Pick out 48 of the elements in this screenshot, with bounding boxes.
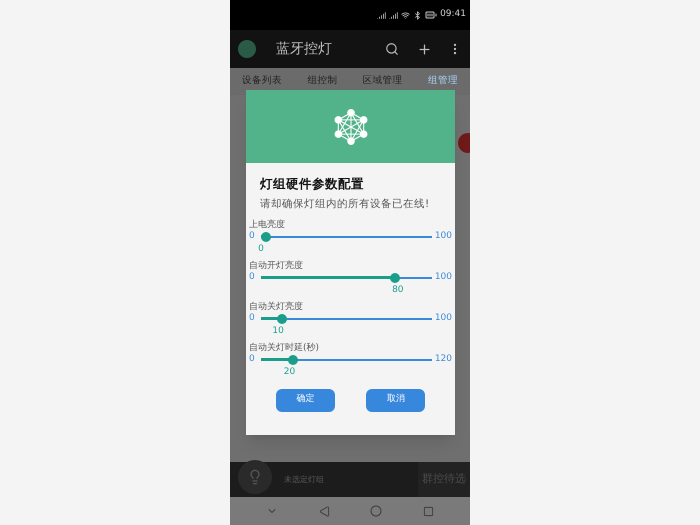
slider-value: 20: [284, 366, 296, 378]
app-title: 蓝牙控灯: [276, 40, 333, 58]
status-time: 09:41: [440, 8, 466, 22]
home-icon[interactable]: [370, 505, 382, 517]
slider-max: 100: [434, 230, 452, 243]
search-icon[interactable]: [385, 42, 399, 56]
recents-icon[interactable]: [422, 506, 434, 516]
tab[interactable]: 组管理: [428, 74, 458, 89]
dialog-title: 灯组硬件参数配置: [260, 175, 365, 193]
slider-min: 0: [249, 312, 256, 325]
tab[interactable]: 设备列表: [242, 74, 282, 89]
slider-max: 100: [434, 270, 452, 284]
slider-thumb[interactable]: [261, 232, 271, 242]
tab[interactable]: 区域管理: [362, 74, 403, 89]
slider-value: 0: [258, 242, 264, 254]
dialog-button[interactable]: 取消: [366, 388, 426, 412]
slider-track[interactable]: [261, 272, 432, 282]
slider-min: 0: [249, 352, 256, 366]
slider-min: 0: [249, 230, 256, 243]
slider-value: 10: [272, 324, 284, 336]
back-icon[interactable]: [318, 506, 330, 516]
slider-track[interactable]: [261, 314, 432, 324]
slider-thumb[interactable]: [288, 354, 298, 364]
group-status: 未选定灯组: [284, 474, 325, 486]
slider-thumb[interactable]: [390, 272, 400, 282]
battery-icon: [425, 9, 438, 21]
slider-max: 120: [434, 352, 452, 366]
slider-track[interactable]: [261, 232, 432, 242]
app-logo-icon: [238, 40, 256, 58]
bulb-button[interactable]: [238, 460, 272, 494]
slider-label: 自动开灯亮度: [249, 260, 303, 272]
tab[interactable]: 组控制: [307, 74, 338, 89]
slider-label: 自动关灯时延(秒): [249, 342, 320, 354]
add-icon[interactable]: [417, 42, 432, 56]
network-icon: [332, 108, 370, 146]
dialog-subtitle: 请却确保灯组内的所有设备已在线!: [260, 196, 430, 212]
slider-track[interactable]: [261, 354, 432, 364]
signal-icon: [389, 10, 398, 20]
slider-max: 100: [434, 312, 452, 325]
slider-label: 上电亮度: [249, 218, 285, 230]
wifi-icon: [401, 10, 410, 20]
slider-thumb[interactable]: [277, 314, 288, 324]
slider-value: 80: [392, 284, 404, 296]
bluetooth-icon: [413, 10, 422, 20]
signal-icon: [377, 10, 386, 20]
slider-label: 自动关灯亮度: [249, 300, 303, 312]
slider-min: 0: [249, 270, 256, 284]
dialog-button[interactable]: 确定: [276, 388, 335, 412]
